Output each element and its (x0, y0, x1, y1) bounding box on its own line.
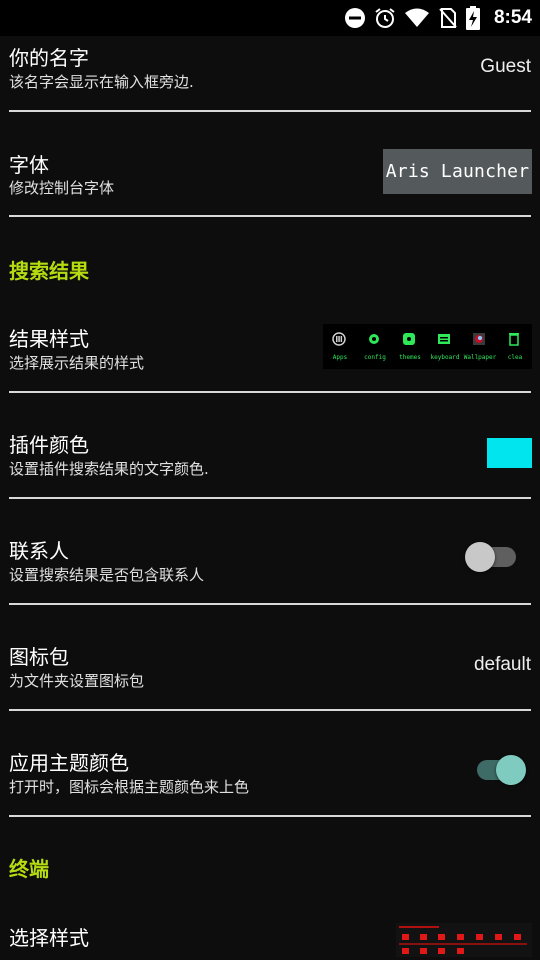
pref-icon-pack-title: 图标包 (9, 645, 69, 669)
battery-charging-icon (465, 6, 480, 30)
pref-contacts-summary: 设置搜索结果是否包含联系人 (9, 566, 205, 584)
preview-item-apps: Apps (323, 328, 357, 366)
preview-label: themes (399, 354, 421, 361)
preview-dot (495, 934, 502, 940)
preview-dot (476, 934, 483, 940)
preview-item-clean: clea (498, 328, 532, 366)
no-sim-icon (438, 7, 458, 29)
preview-line (399, 943, 527, 945)
alarm-icon (374, 7, 396, 29)
pref-theme-color[interactable]: 应用主题颜色 打开时，图标会根据主题颜色来上色 (0, 711, 540, 815)
pref-theme-color-title: 应用主题颜色 (9, 751, 129, 775)
pref-name[interactable]: 你的名字 该名字会显示在输入框旁边. Guest (0, 36, 540, 112)
pref-icon-pack-summary: 为文件夹设置图标包 (9, 672, 145, 690)
pref-result-style-title: 结果样式 (9, 327, 89, 351)
preview-item-themes: themes (393, 328, 427, 366)
preview-label: config (364, 354, 386, 361)
section-header-terminal: 终端 (9, 857, 49, 881)
gear-icon (369, 334, 379, 344)
pref-name-title: 你的名字 (9, 46, 89, 70)
preview-dot (457, 934, 464, 940)
preview-dot (402, 934, 409, 940)
preview-label: Wallpaper (463, 354, 497, 361)
keyboard-icon (438, 334, 450, 344)
preview-dot (438, 948, 445, 954)
preview-label: Apps (332, 354, 348, 361)
do-not-disturb-icon (344, 7, 366, 29)
palette-icon (403, 333, 415, 345)
pref-select-style[interactable]: 选择样式 (0, 900, 540, 960)
preview-dot (420, 934, 427, 940)
trash-icon (509, 333, 519, 346)
preview-label: keyboard (430, 354, 460, 361)
status-icons: 8:54 (344, 0, 532, 36)
divider (9, 815, 531, 817)
font-preview: Aris Launcher (383, 149, 532, 194)
pref-icon-pack[interactable]: 图标包 为文件夹设置图标包 default (0, 605, 540, 709)
pref-icon-pack-value: default (473, 654, 531, 675)
wallpaper-icon (473, 333, 485, 345)
preview-dot (514, 934, 521, 940)
divider (9, 215, 531, 217)
preview-line (399, 926, 439, 928)
preview-item-keyboard: keyboard (428, 328, 462, 366)
pref-name-summary: 该名字会显示在输入框旁边. (9, 73, 194, 91)
theme-color-switch-thumb[interactable] (496, 755, 526, 785)
pref-contacts-title: 联系人 (9, 539, 69, 563)
wifi-icon (404, 7, 430, 29)
preview-item-wallpaper: Wallpaper (463, 328, 497, 366)
pref-result-style[interactable]: 结果样式 选择展示结果的样式 Apps config themes keyboa… (0, 300, 540, 392)
terminal-style-preview (396, 923, 532, 957)
pref-plugin-color-title: 插件颜色 (9, 433, 89, 457)
preview-label: clea (507, 354, 523, 361)
color-swatch (487, 438, 532, 468)
preview-dot (402, 948, 409, 954)
pref-name-value: Guest (480, 56, 531, 77)
status-clock: 8:54 (493, 7, 532, 28)
preview-item-config: config (358, 328, 392, 366)
contacts-switch-thumb[interactable] (465, 542, 495, 572)
preview-dot (420, 948, 427, 954)
pref-select-style-title: 选择样式 (9, 926, 89, 950)
pref-font-title: 字体 (9, 153, 49, 177)
preview-dot (438, 934, 445, 940)
pref-result-style-summary: 选择展示结果的样式 (9, 354, 145, 372)
pref-theme-color-summary: 打开时，图标会根据主题颜色来上色 (9, 778, 250, 796)
pref-font-summary: 修改控制台字体 (9, 179, 115, 197)
apps-icon (332, 332, 346, 346)
pref-font[interactable]: 字体 修改控制台字体 Aris Launcher (0, 112, 540, 216)
result-style-preview: Apps config themes keyboard Wallpaper cl… (323, 324, 532, 369)
pref-plugin-color[interactable]: 插件颜色 设置插件搜索结果的文字颜色. (0, 393, 540, 497)
status-bar: 8:54 (0, 0, 540, 36)
pref-contacts[interactable]: 联系人 设置搜索结果是否包含联系人 (0, 499, 540, 603)
section-header-search-results: 搜索结果 (9, 259, 89, 283)
pref-plugin-color-summary: 设置插件搜索结果的文字颜色. (9, 460, 209, 478)
preview-dot (457, 948, 464, 954)
